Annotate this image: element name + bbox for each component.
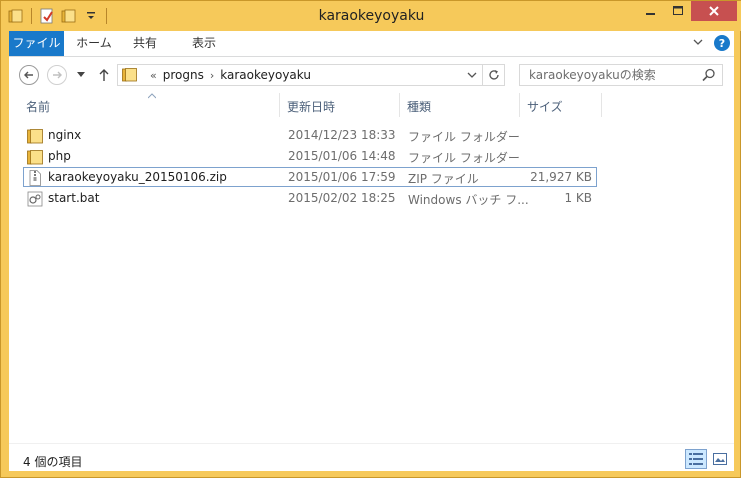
column-headers: 名前 更新日時 種類 サイズ bbox=[9, 93, 734, 117]
help-icon[interactable]: ? bbox=[714, 35, 730, 51]
status-bar: 4 個の項目 bbox=[9, 443, 734, 471]
chevron-down-icon bbox=[467, 72, 477, 78]
tab-home[interactable]: ホーム bbox=[71, 31, 117, 56]
file-size: 21,927 KB bbox=[530, 170, 592, 184]
search-icon[interactable] bbox=[702, 68, 716, 82]
overflow-chevron-icon[interactable]: « bbox=[150, 69, 157, 82]
arrow-up-icon bbox=[99, 69, 109, 81]
column-divider[interactable] bbox=[601, 93, 602, 117]
file-name: start.bat bbox=[48, 191, 100, 205]
window-title: karaokeyoyaku bbox=[318, 8, 425, 24]
column-divider[interactable] bbox=[519, 93, 520, 117]
file-date: 2015/02/02 18:25 bbox=[288, 191, 396, 205]
large-icons-view-button[interactable] bbox=[709, 449, 731, 469]
recent-locations-button[interactable] bbox=[75, 67, 87, 83]
file-date: 2014/12/23 18:33 bbox=[288, 128, 396, 142]
file-row-php[interactable]: php 2015/01/06 14:48 ファイル フォルダー bbox=[23, 146, 597, 166]
refresh-icon bbox=[488, 70, 499, 80]
breadcrumb-progns[interactable]: progns bbox=[163, 68, 204, 82]
file-list-pane[interactable]: 名前 更新日時 種類 サイズ nginx 2014/12/23 18:33 ファ… bbox=[9, 93, 734, 443]
chevron-down-icon bbox=[693, 39, 703, 45]
file-row-start-bat[interactable]: start.bat 2015/02/02 18:25 Windows バッチ フ… bbox=[23, 188, 597, 208]
search-box[interactable] bbox=[519, 64, 723, 86]
tab-file[interactable]: ファイル bbox=[9, 31, 64, 56]
search-input[interactable] bbox=[529, 66, 699, 84]
folder-icon bbox=[122, 68, 137, 82]
file-name: nginx bbox=[48, 128, 82, 142]
address-bar[interactable]: « progns › karaokeyoyaku bbox=[117, 64, 483, 86]
item-count: 4 個の項目 bbox=[23, 455, 83, 469]
details-view-button[interactable] bbox=[685, 449, 707, 469]
zip-file-icon bbox=[29, 170, 41, 186]
column-divider[interactable] bbox=[279, 93, 280, 117]
refresh-button[interactable] bbox=[483, 64, 505, 86]
window-controls bbox=[637, 1, 737, 21]
file-row-karaokeyoyaku-zip[interactable]: karaokeyoyaku_20150106.zip 2015/01/06 17… bbox=[23, 167, 597, 187]
address-dropdown-button[interactable] bbox=[466, 68, 478, 82]
file-date: 2015/01/06 14:48 bbox=[288, 149, 396, 163]
breadcrumb-separator-icon[interactable]: › bbox=[210, 69, 214, 82]
maximize-button[interactable] bbox=[664, 1, 691, 21]
file-date: 2015/01/06 17:59 bbox=[288, 170, 396, 184]
column-header-size[interactable]: サイズ bbox=[527, 98, 563, 115]
tab-view[interactable]: 表示 bbox=[181, 31, 227, 56]
folder-icon bbox=[27, 150, 43, 165]
file-type: ファイル フォルダー bbox=[408, 130, 520, 144]
batch-file-icon bbox=[27, 191, 43, 207]
close-icon bbox=[709, 6, 719, 16]
column-header-name[interactable]: 名前 bbox=[26, 98, 50, 115]
file-type: ZIP ファイル bbox=[408, 172, 479, 186]
column-header-date[interactable]: 更新日時 bbox=[287, 98, 335, 115]
file-type: Windows バッチ フ... bbox=[408, 193, 529, 207]
expand-ribbon-button[interactable] bbox=[692, 36, 704, 51]
sort-ascending-icon bbox=[148, 93, 156, 99]
forward-button[interactable] bbox=[47, 65, 67, 85]
minimize-button[interactable] bbox=[637, 1, 664, 21]
navigation-bar: « progns › karaokeyoyaku bbox=[9, 57, 734, 93]
file-name: php bbox=[48, 149, 71, 163]
caret-down-icon bbox=[77, 72, 85, 77]
folder-icon bbox=[27, 129, 43, 144]
title-bar[interactable]: karaokeyoyaku bbox=[1, 1, 741, 31]
file-name: karaokeyoyaku_20150106.zip bbox=[48, 170, 227, 184]
file-type: ファイル フォルダー bbox=[408, 151, 520, 165]
column-divider[interactable] bbox=[399, 93, 400, 117]
file-row-nginx[interactable]: nginx 2014/12/23 18:33 ファイル フォルダー bbox=[23, 125, 597, 145]
up-button[interactable] bbox=[95, 65, 113, 85]
close-button[interactable] bbox=[691, 1, 737, 21]
file-size: 1 KB bbox=[564, 191, 592, 205]
ribbon-controls: ? bbox=[692, 35, 730, 51]
explorer-window: karaokeyoyaku ファイル ホーム 共有 表示 ? « progns … bbox=[0, 0, 741, 478]
back-button[interactable] bbox=[19, 65, 39, 85]
details-view-icon bbox=[689, 453, 703, 465]
large-icons-view-icon bbox=[713, 453, 727, 465]
breadcrumb-karaokeyoyaku[interactable]: karaokeyoyaku bbox=[220, 68, 311, 82]
tab-share[interactable]: 共有 bbox=[125, 31, 165, 56]
arrow-left-icon bbox=[24, 71, 33, 79]
arrow-right-icon bbox=[53, 71, 62, 79]
column-header-type[interactable]: 種類 bbox=[407, 98, 431, 115]
ribbon-tabs: ファイル ホーム 共有 表示 ? bbox=[9, 31, 734, 57]
